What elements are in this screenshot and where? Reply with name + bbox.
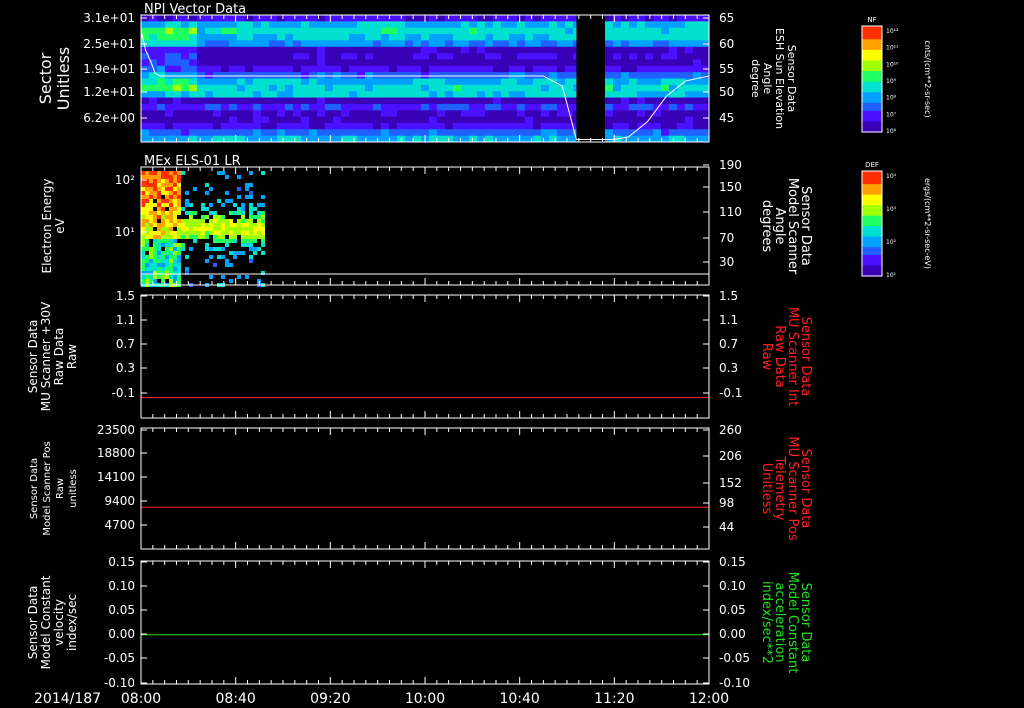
y2tick-label: 70 (719, 231, 734, 245)
y2tick-label: 0.10 (719, 579, 746, 593)
y2tick-label: 30 (719, 255, 734, 269)
colorbar-tick: 10¹⁰ (886, 61, 899, 68)
ytick-label: 1.5 (116, 289, 135, 303)
colorbar-tick: 10⁷ (886, 111, 897, 118)
xtick-label: 10:00 (405, 691, 445, 707)
colorbar: DEF 10⁴ 10³ 10² 10¹ ergs/(cm**2-sr-sec-eV) (861, 161, 932, 279)
ytick-label: -0.05 (104, 651, 135, 665)
colorbar-tick: 10⁸ (886, 95, 897, 102)
panel-3: 1.5 1.1 0.7 0.3 -0.1 1.5 1.1 0.7 0.3 -0.1 Sensor D… (26, 289, 813, 419)
date-label: 2014/187 (34, 691, 101, 707)
xtick-label: 12:00 (689, 691, 729, 707)
ytick-label: 0.00 (108, 627, 135, 641)
y2tick-label: 98 (719, 496, 734, 510)
ytick-label: 4700 (104, 518, 135, 532)
ytick-label: -0.1 (112, 386, 135, 400)
colorbar-tick: 10¹ (886, 272, 897, 279)
y2tick-label: 50 (719, 85, 734, 99)
xtick-label: 11:20 (594, 691, 634, 707)
y2tick-label: 0.7 (719, 337, 738, 351)
npi-spectrogram (141, 15, 709, 143)
xtick-label: 08:40 (215, 691, 255, 707)
y2tick-label: 65 (719, 11, 734, 25)
data-gap (576, 15, 601, 142)
panel-5: 0.15 0.10 0.05 0.00 -0.05 -0.10 0.15 0.10 0.05 0.… (26, 555, 813, 690)
ylabel: Sensor DataMU Scanner +30VRaw DataRaw (26, 301, 79, 411)
colorbar-tick: 10¹² (886, 28, 899, 35)
ytick-label: 0.10 (108, 579, 135, 593)
colorbar-tick: 10³ (886, 206, 897, 213)
plot-canvas: NPI Vector Data 3.1e+01 2.5e+01 1.9e+01 1.2e… (26, 2, 932, 707)
y2label: Sensor DataModel ScannerAngledegrees (759, 178, 813, 275)
colorbar: NF 10¹² 10¹¹ 10¹⁰ 10⁹ 10⁸ 10⁷ 10⁶ cnts/(cm**2-sr… (861, 16, 932, 135)
colorbar-units: ergs/(cm**2-sr-sec-eV) (923, 178, 932, 269)
colorbar-tick: 10⁶ (886, 128, 897, 135)
y2label: Sensor DataModel Constantaccelerationind… (759, 572, 813, 674)
ytick-label: 2.5e+01 (83, 37, 135, 51)
ytick-label: 1.2e+01 (83, 85, 135, 99)
y2tick-label: 0.15 (719, 555, 746, 569)
y2label: Sensor DataMU Scanner PosTelemetryUnitle… (759, 436, 813, 541)
panel-4: 23500 18800 14100 9400 4700 260 206 152 98 44 Sens… (29, 423, 813, 550)
ytick-label: 3.1e+01 (83, 11, 135, 25)
y2tick-label: 60 (719, 37, 734, 51)
xtick-label: 10:40 (499, 691, 539, 707)
y2tick-label: -0.1 (719, 386, 742, 400)
panel-1: NPI Vector Data 3.1e+01 2.5e+01 1.9e+01 1.2e… (36, 2, 932, 143)
colorbar-units: cnts/(cm**2-sr-sec) (923, 40, 932, 117)
ytick-label: 0.3 (116, 361, 135, 375)
plot-frame (140, 560, 710, 685)
y2tick-label: 45 (719, 111, 734, 125)
y2tick-label: 0.00 (719, 627, 746, 641)
y2tick-label: 1.1 (719, 313, 738, 327)
panel-title: NPI Vector Data (144, 2, 246, 17)
ytick-label: 1.1 (116, 313, 135, 327)
time-axis: 2014/187 08:00 08:40 09:20 10:00 10:40 11:20 12… (34, 691, 729, 707)
plot-frame (140, 294, 710, 419)
colorbar-tick: 10⁴ (886, 173, 897, 180)
colorbar-label: NF (867, 16, 876, 24)
y2tick-label: -0.05 (719, 651, 750, 665)
y2tick-label: 110 (719, 205, 742, 219)
y2tick-label: 206 (719, 449, 742, 463)
ytick-label: 1.9e+01 (83, 62, 135, 76)
ylabel: Electron EnergyeV (40, 178, 67, 273)
colorbar-tick: 10⁹ (886, 78, 897, 85)
y2tick-label: 0.3 (719, 361, 738, 375)
els-spectrogram (141, 171, 265, 287)
ytick-label: 0.7 (116, 337, 135, 351)
ytick-label: 0.15 (108, 555, 135, 569)
colorbar-label: DEF (865, 161, 879, 169)
y2tick-label: 150 (719, 180, 742, 194)
ytick-label: 14100 (97, 470, 135, 484)
xtick-label: 09:20 (310, 691, 350, 707)
ytick-label: 18800 (97, 446, 135, 460)
y2tick-label: 1.5 (719, 289, 738, 303)
colorbar-tick: 10² (886, 239, 897, 246)
colorbar-tick: 10¹¹ (886, 45, 899, 52)
ytick-label: 10¹ (115, 225, 135, 239)
panel-title: MEx ELS-01 LR (144, 154, 241, 169)
ytick-label: 23500 (97, 423, 135, 437)
ytick-label: 9400 (104, 494, 135, 508)
y2tick-label: 152 (719, 476, 742, 490)
ylabel: Sensor Data Model Scanner Pos Raw unitless (29, 441, 79, 535)
ylabel: SectorUnitless (36, 47, 73, 111)
y2tick-label: 190 (719, 158, 742, 172)
ytick-label: 10² (115, 173, 135, 187)
y2tick-label: 44 (719, 520, 734, 534)
ytick-label: 6.2e+00 (83, 111, 135, 125)
y2label: Sensor DataESH Sun ElevationAngledegree (749, 28, 798, 129)
y2tick-label: 260 (719, 423, 742, 437)
y2label: Sensor DataMU Scanner IntRaw DataRaw (759, 307, 813, 406)
y2tick-label: -0.10 (719, 676, 750, 690)
xtick-label: 08:00 (121, 691, 161, 707)
ytick-label: 0.05 (108, 603, 135, 617)
y2tick-label: 55 (719, 62, 734, 76)
panel-2: MEx ELS-01 LR 10² 10¹ 190 150 110 70 30 Electron… (40, 154, 932, 287)
ylabel: Sensor DataModel Constantvelocityindex/s… (26, 575, 79, 669)
ytick-label: -0.10 (104, 676, 135, 690)
plot-frame (140, 427, 710, 550)
y2tick-label: 0.05 (719, 603, 746, 617)
